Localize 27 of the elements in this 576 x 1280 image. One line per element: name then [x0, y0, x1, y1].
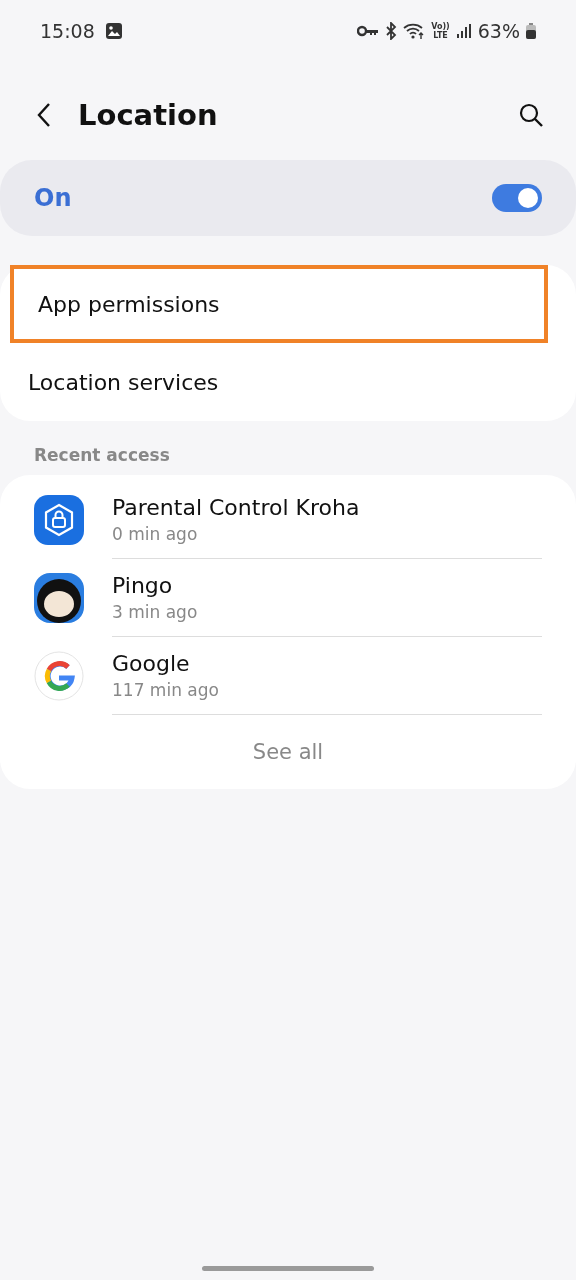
- shield-lock-icon: [34, 495, 84, 545]
- volte-label: Vo)) LTE: [431, 22, 450, 40]
- menu-item[interactable]: App permissions: [10, 265, 548, 343]
- key-icon: [357, 25, 380, 37]
- switch-label: On: [34, 184, 72, 212]
- bluetooth-icon: [385, 22, 398, 40]
- app-name[interactable]: Pingo: [112, 573, 542, 598]
- access-time: 117 min ago: [112, 680, 220, 700]
- see-all-link[interactable]: See all: [252, 740, 324, 764]
- signal-icon: [455, 23, 472, 39]
- image-icon: [104, 22, 123, 40]
- battery-percent: 63%: [477, 20, 520, 42]
- app-name[interactable]: Google: [112, 651, 542, 676]
- app-name[interactable]: Parental Control Kroha: [112, 495, 542, 520]
- google-g-icon: [34, 651, 84, 701]
- back-icon[interactable]: [36, 102, 52, 128]
- access-time: 3 min ago: [112, 602, 199, 622]
- section-heading: Recent access: [33, 444, 171, 465]
- access-time: 0 min ago: [112, 524, 199, 544]
- wifi-icon: [403, 22, 426, 40]
- menu-item[interactable]: Location services: [0, 343, 576, 421]
- master-switch-card[interactable]: On: [0, 160, 576, 236]
- clock-time: 15:08: [40, 20, 95, 42]
- battery-icon: [526, 23, 536, 39]
- search-icon[interactable]: [518, 102, 544, 128]
- toggle-switch[interactable]: [492, 184, 542, 212]
- page-title: Location: [78, 98, 218, 132]
